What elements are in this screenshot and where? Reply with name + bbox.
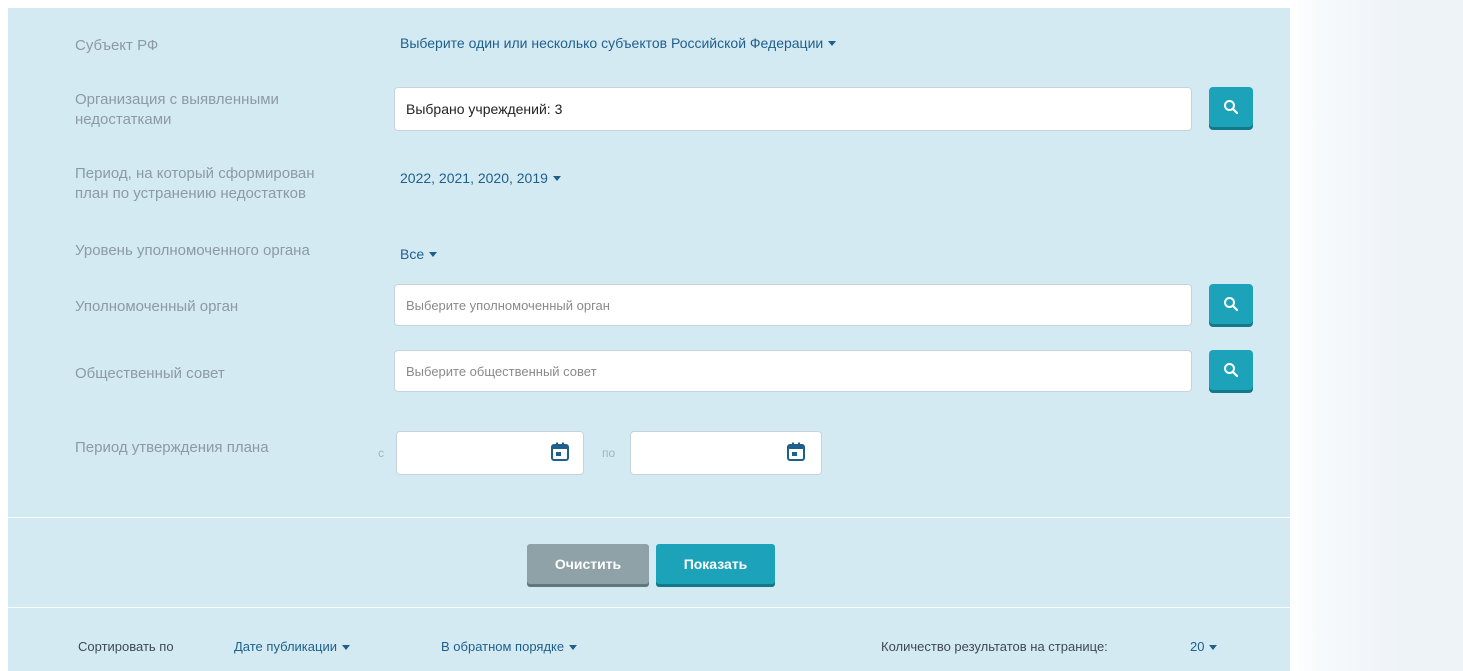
caret-down-icon <box>429 252 438 257</box>
sort-field-label: Дате публикации <box>234 639 337 654</box>
subject-dropdown-label: Выберите один или несколько субъектов Ро… <box>400 35 824 51</box>
caret-down-icon <box>828 41 837 46</box>
period-label: Период, на который сформирован план по у… <box>75 164 315 204</box>
organization-field[interactable]: Выбрано учреждений: 3 <box>394 87 1192 131</box>
date-from-label: с <box>378 446 384 460</box>
search-icon <box>1224 100 1239 115</box>
per-page-dropdown[interactable]: 20 <box>1190 639 1218 654</box>
organization-label: Организация с выявленными недостатками <box>75 90 279 130</box>
subject-label: Субъект РФ <box>75 37 159 54</box>
period-label-line1: Период, на который сформирован <box>75 165 315 182</box>
sort-order-label: В обратном порядке <box>441 639 565 654</box>
approval-period-label: Период утверждения плана <box>75 439 269 456</box>
sort-by-label: Сортировать по <box>78 639 174 654</box>
council-search-button[interactable] <box>1209 350 1253 390</box>
per-page-label: Количество результатов на странице: <box>881 639 1108 654</box>
clear-button[interactable]: Очистить <box>527 544 649 584</box>
date-to-input[interactable] <box>630 431 822 475</box>
date-to-label: по <box>602 446 616 460</box>
sort-order-dropdown[interactable]: В обратном порядке <box>441 639 578 654</box>
authority-label: Уполномоченный орган <box>75 298 239 315</box>
divider <box>8 517 1290 518</box>
search-icon <box>1224 363 1239 378</box>
level-label: Уровень уполномоченного органа <box>75 242 310 259</box>
show-button[interactable]: Показать <box>656 544 775 584</box>
level-dropdown-label: Все <box>400 246 425 262</box>
filter-panel: Субъект РФ Выберите один или несколько с… <box>8 8 1290 671</box>
caret-down-icon <box>552 176 561 181</box>
caret-down-icon <box>1209 644 1218 650</box>
organization-label-line1: Организация с выявленными <box>75 91 279 108</box>
calendar-icon[interactable] <box>785 441 807 463</box>
authority-search-button[interactable] <box>1209 284 1253 324</box>
search-icon <box>1224 297 1239 312</box>
council-label: Общественный совет <box>75 365 225 382</box>
divider <box>8 607 1290 608</box>
authority-search-input[interactable]: Выберите уполномоченный орган <box>394 284 1192 326</box>
organization-search-button[interactable] <box>1209 87 1253 127</box>
date-from-input[interactable] <box>396 431 584 475</box>
period-label-line2: план по устранению недостатков <box>75 185 306 202</box>
period-dropdown-label: 2022, 2021, 2020, 2019 <box>400 170 548 186</box>
calendar-icon[interactable] <box>549 441 571 463</box>
period-dropdown[interactable]: 2022, 2021, 2020, 2019 <box>400 169 561 187</box>
sort-field-dropdown[interactable]: Дате публикации <box>234 639 350 654</box>
caret-down-icon <box>341 644 350 650</box>
caret-down-icon <box>569 644 578 650</box>
council-search-input[interactable]: Выберите общественный совет <box>394 350 1192 392</box>
level-dropdown[interactable]: Все <box>400 245 438 263</box>
subject-dropdown[interactable]: Выберите один или несколько субъектов Ро… <box>400 34 837 52</box>
organization-label-line2: недостатками <box>75 111 172 128</box>
per-page-value: 20 <box>1190 639 1205 654</box>
